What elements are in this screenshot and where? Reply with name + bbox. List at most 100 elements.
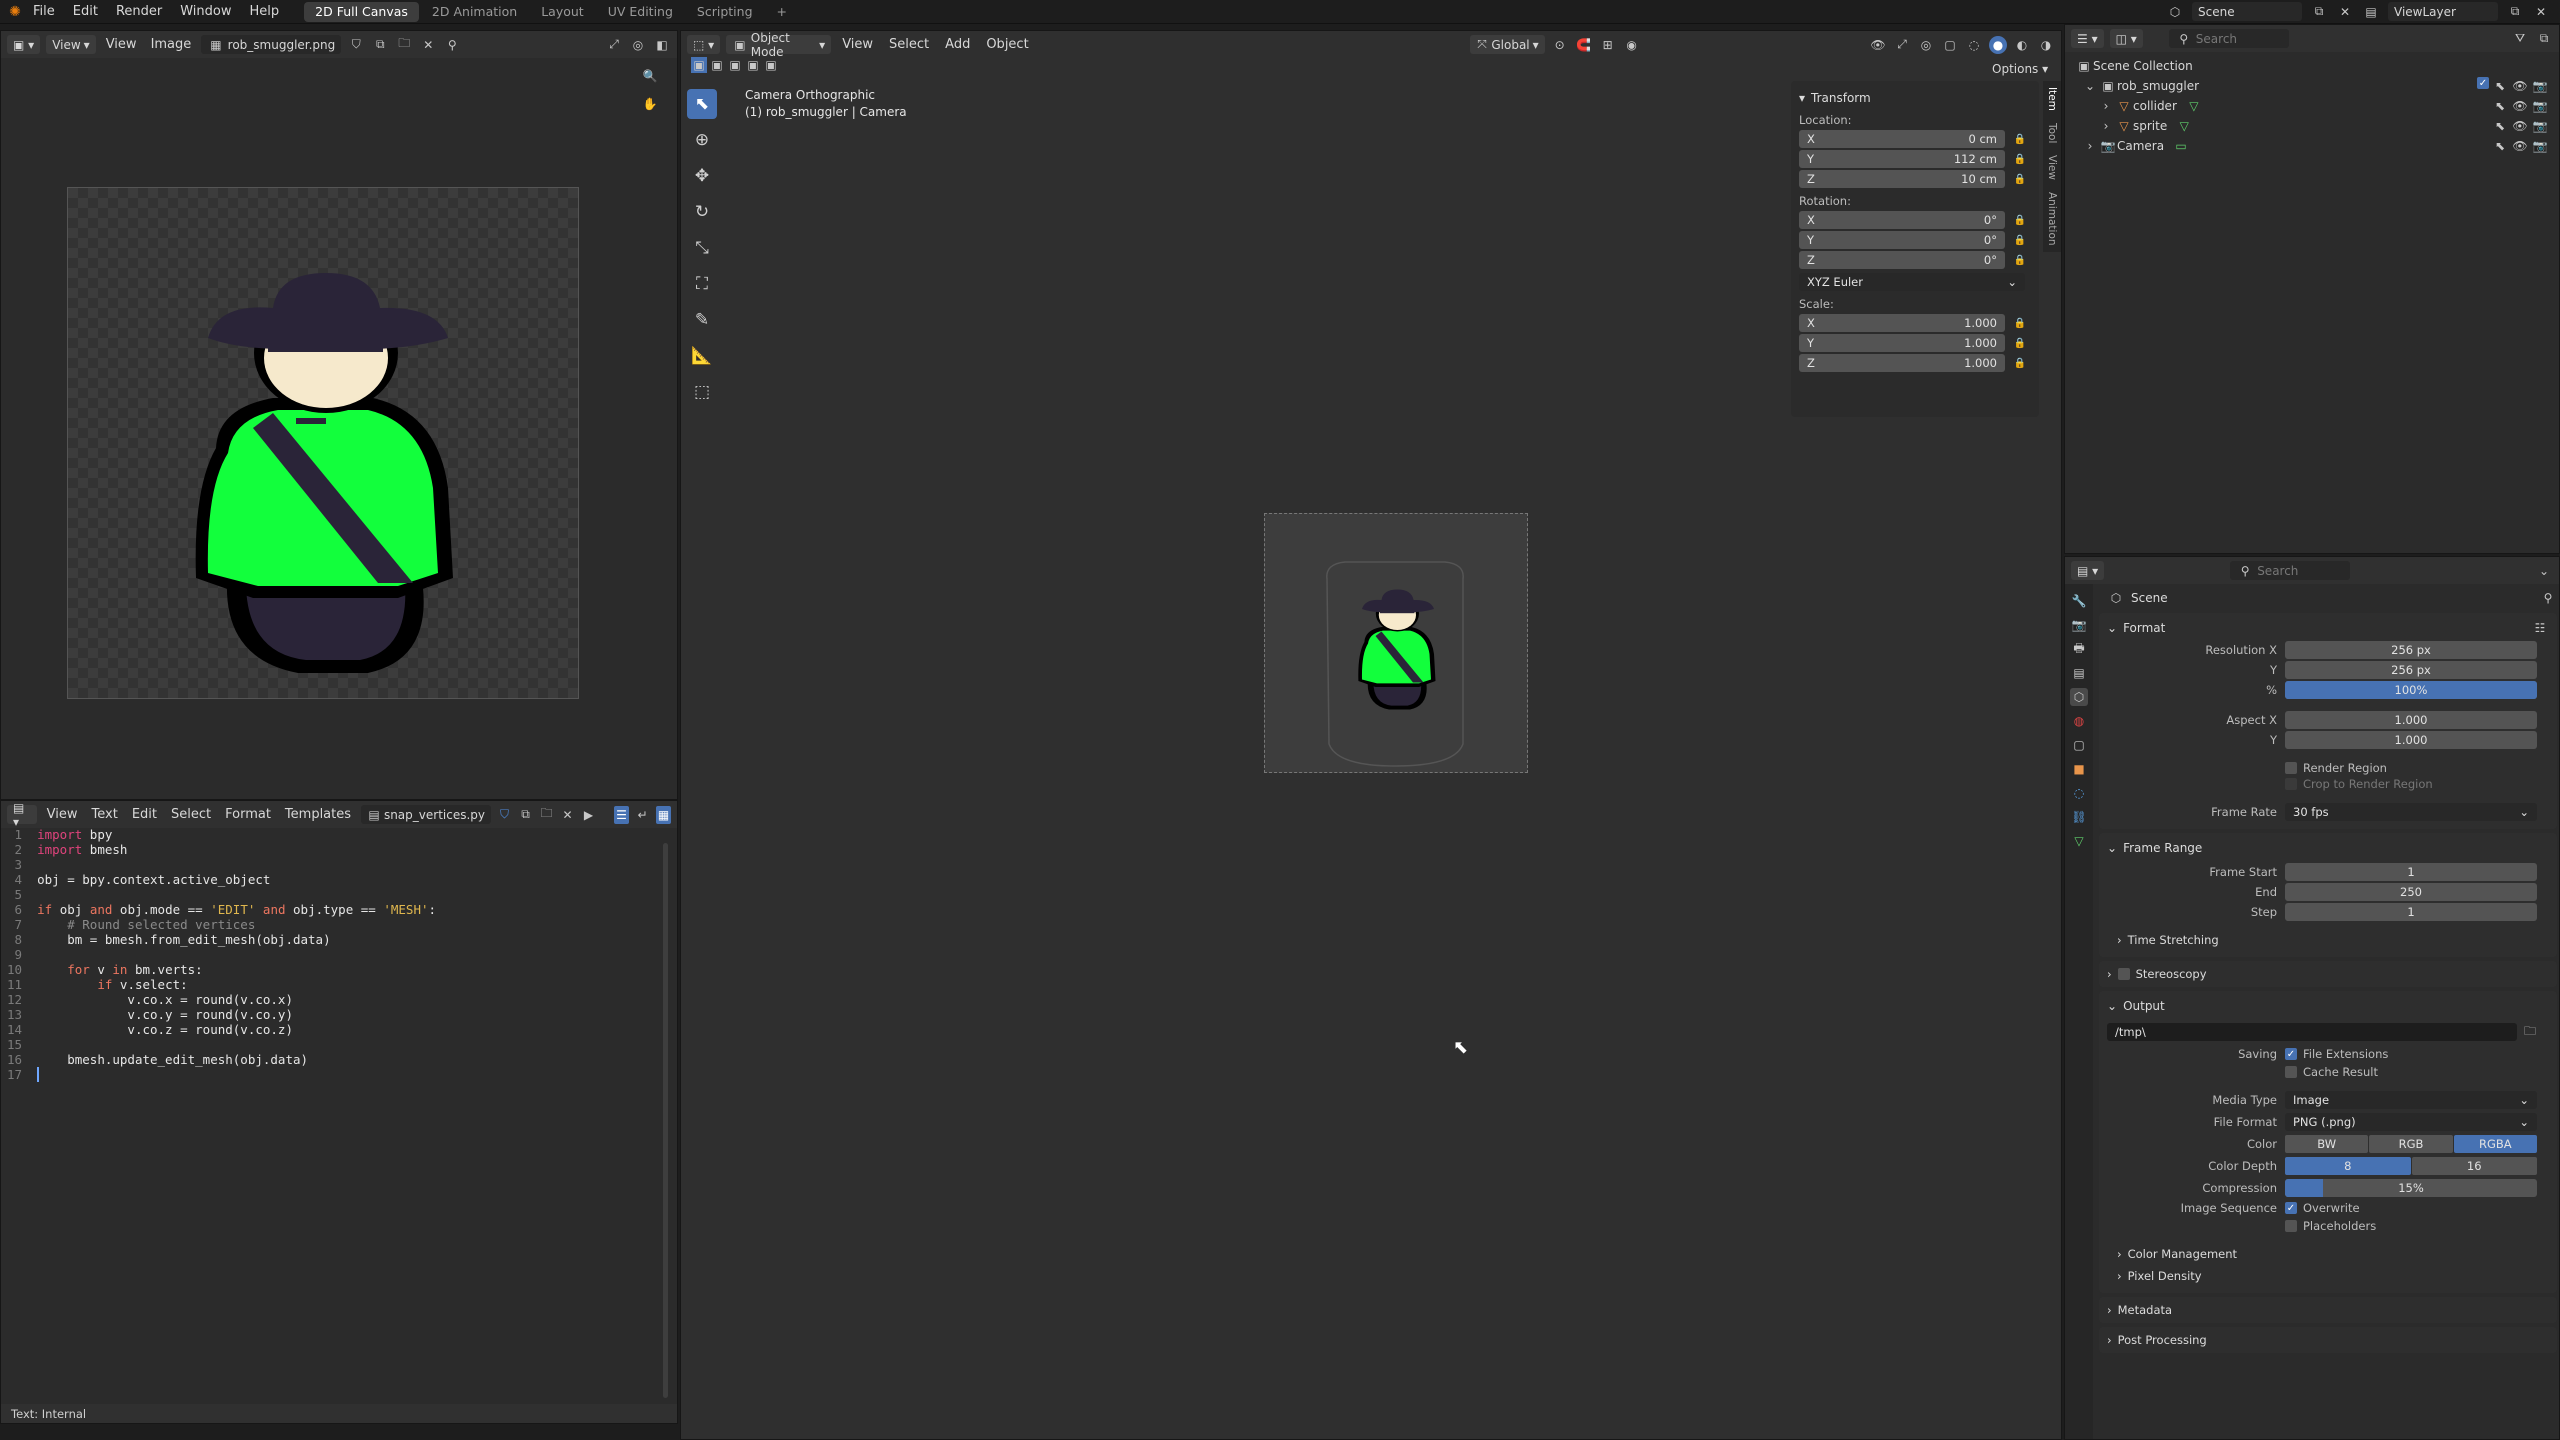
text-selector[interactable]: ▤ snap_vertices.py <box>361 805 492 824</box>
lock-icon[interactable]: 🔒 <box>2011 170 2029 188</box>
view-layer-properties-icon[interactable]: ▤ <box>2070 664 2088 682</box>
menu-render[interactable]: Render <box>107 0 171 24</box>
menu-view[interactable]: View <box>837 33 878 57</box>
camera-frame[interactable] <box>1264 513 1528 773</box>
pan-hand-icon[interactable]: ✋ <box>641 95 659 113</box>
constraints-properties-icon[interactable]: ⛓ <box>2070 808 2088 826</box>
code-line[interactable]: 16 bmesh.update_edit_mesh(obj.data) <box>7 1052 657 1067</box>
tool-settings-icon[interactable]: 🔧 <box>2070 592 2088 610</box>
add-workspace-icon[interactable]: + <box>766 2 798 22</box>
new-image-icon[interactable]: ⧉ <box>371 36 389 54</box>
collection-properties-icon[interactable]: ▢ <box>2070 736 2088 754</box>
code-line[interactable]: 4 obj = bpy.context.active_object <box>7 872 657 887</box>
unlink-image-icon[interactable]: ✕ <box>419 36 437 54</box>
run-script-icon[interactable]: ▶ <box>581 806 596 824</box>
wireframe-shading-icon[interactable]: ◌ <box>1965 36 1983 54</box>
outliner-row-camera[interactable]: › 📷 Camera ▭ ⬉ 👁 📷 <box>2075 136 2549 156</box>
post-processing-panel[interactable]: › Post Processing <box>2099 1327 2557 1353</box>
menu-text[interactable]: Text <box>88 803 122 827</box>
orientation-dropdown[interactable]: ⤧ Global ▾ <box>1469 35 1545 54</box>
folder-icon[interactable]: 🗀 <box>2521 1023 2539 1041</box>
menu-edit[interactable]: Edit <box>64 0 107 24</box>
pivot-icon[interactable]: ⊙ <box>1551 36 1569 54</box>
pin-icon[interactable]: ⚲ <box>2539 589 2557 607</box>
measure-tool-icon[interactable]: 📐 <box>687 341 717 371</box>
properties-search-input[interactable]: ⚲ Search <box>2230 561 2351 580</box>
code-line[interactable]: 10 for v in bm.verts: <box>7 962 657 977</box>
vector-field-y[interactable]: Y 1.000 <box>1799 334 2005 352</box>
tab-item[interactable]: Item <box>2046 81 2058 117</box>
view-layer-icon[interactable]: ▤ <box>2362 3 2380 21</box>
code-area[interactable]: 1 import bpy 2 import bmesh 3 4 obj = bp… <box>7 827 657 1082</box>
selectable-icon[interactable]: ⬉ <box>2491 137 2509 155</box>
mesh-data-icon[interactable]: ▽ <box>2185 97 2203 115</box>
outliner-row-collider[interactable]: › ▽ collider ▽ ⬉ 👁 📷 <box>2075 96 2549 116</box>
menu-window[interactable]: Window <box>171 0 240 24</box>
compression-slider[interactable]: 15% <box>2285 1179 2537 1197</box>
media-type-dropdown[interactable]: Image ⌄ <box>2285 1091 2537 1109</box>
vector-field-y[interactable]: Y 0° <box>1799 231 2005 249</box>
vector-field-y[interactable]: Y 112 cm <box>1799 150 2005 168</box>
menu-select[interactable]: Select <box>167 803 215 827</box>
code-line[interactable]: 14 v.co.z = round(v.co.z) <box>7 1022 657 1037</box>
select-subtract-icon[interactable]: ▣ <box>727 57 743 73</box>
vector-field-z[interactable]: Z 10 cm <box>1799 170 2005 188</box>
blender-logo-icon[interactable]: ✺ <box>6 3 24 21</box>
expand-right-icon[interactable]: › <box>2097 117 2115 135</box>
menu-add[interactable]: Add <box>940 33 975 57</box>
delete-scene-icon[interactable]: ✕ <box>2336 3 2354 21</box>
code-line[interactable]: 8 bm = bmesh.from_edit_mesh(obj.data) <box>7 932 657 947</box>
menu-help[interactable]: Help <box>241 0 289 24</box>
unlink-text-icon[interactable]: ✕ <box>560 806 575 824</box>
tab-scripting[interactable]: Scripting <box>686 2 764 22</box>
display-channels-icon[interactable]: ◧ <box>653 36 671 54</box>
aspect-y-field[interactable]: 1.000 <box>2285 731 2537 749</box>
mesh-data-icon[interactable]: ▽ <box>2175 117 2193 135</box>
camera-render-icon[interactable]: 📷 <box>2531 117 2549 135</box>
time-stretching-subpanel[interactable]: › Time Stretching <box>2107 929 2549 951</box>
move-tool-icon[interactable]: ✥ <box>687 161 717 191</box>
vector-field-x[interactable]: X 1.000 <box>1799 314 2005 332</box>
world-properties-icon[interactable]: ◍ <box>2070 712 2088 730</box>
snap-icon[interactable]: 🧲 <box>1575 36 1593 54</box>
word-wrap-toggle-icon[interactable]: ↵ <box>635 806 650 824</box>
search-input[interactable]: ⚲ Search <box>2168 29 2289 48</box>
transform-header[interactable]: ▾ Transform <box>1799 87 2031 109</box>
placeholders-checkbox[interactable]: Placeholders <box>2285 1219 2537 1233</box>
lock-icon[interactable]: 🔒 <box>2011 231 2029 249</box>
view-layer-selector[interactable]: ViewLayer <box>2388 2 2498 21</box>
editor-type-button[interactable]: ⬚ ▾ <box>687 35 721 54</box>
lock-icon[interactable]: 🔒 <box>2011 334 2029 352</box>
editor-type-button[interactable]: ☰ ▾ <box>2071 29 2104 48</box>
xray-icon[interactable]: ▢ <box>1941 36 1959 54</box>
rotate-tool-icon[interactable]: ↻ <box>687 197 717 227</box>
menu-file[interactable]: File <box>24 0 64 24</box>
selectable-icon[interactable]: ⬉ <box>2491 77 2509 95</box>
expand-right-icon[interactable]: › <box>2097 97 2115 115</box>
lock-icon[interactable]: 🔒 <box>2011 130 2029 148</box>
color-management-subpanel[interactable]: › Color Management <box>2107 1243 2549 1265</box>
cursor-tool-icon[interactable]: ⊕ <box>687 125 717 155</box>
solid-shading-icon[interactable]: ● <box>1989 35 2007 54</box>
chevron-down-icon[interactable]: ⌄ <box>2535 562 2553 580</box>
editor-type-button[interactable]: ▤ ▾ <box>7 801 37 829</box>
tab-animation[interactable]: Animation <box>2046 186 2058 252</box>
tab-view[interactable]: View <box>2046 149 2058 186</box>
new-scene-icon[interactable]: ⧉ <box>2310 3 2328 21</box>
new-collection-icon[interactable]: ⧉ <box>2535 30 2553 48</box>
color-mode-option[interactable]: RGBA <box>2453 1135 2537 1153</box>
editor-type-button[interactable]: ▤ ▾ <box>2071 561 2105 580</box>
frame-rate-dropdown[interactable]: 30 fps ⌄ <box>2285 803 2537 821</box>
code-line[interactable]: 6 if obj and obj.mode == 'EDIT' and obj.… <box>7 902 657 917</box>
color-depth-option[interactable]: 8 <box>2285 1157 2411 1175</box>
physics-properties-icon[interactable]: ◌ <box>2070 784 2088 802</box>
eye-icon[interactable]: 👁 <box>2511 77 2529 95</box>
code-line[interactable]: 15 <box>7 1037 657 1052</box>
select-box-tool-icon[interactable]: ⬉ <box>687 89 717 119</box>
pin-icon[interactable]: ⚲ <box>443 36 461 54</box>
cache-result-checkbox[interactable]: Cache Result <box>2285 1065 2537 1079</box>
tab-2d-animation[interactable]: 2D Animation <box>421 2 528 22</box>
tab-layout[interactable]: Layout <box>530 2 595 22</box>
delete-view-layer-icon[interactable]: ✕ <box>2532 3 2550 21</box>
output-header[interactable]: ⌄ Output <box>2107 995 2549 1017</box>
